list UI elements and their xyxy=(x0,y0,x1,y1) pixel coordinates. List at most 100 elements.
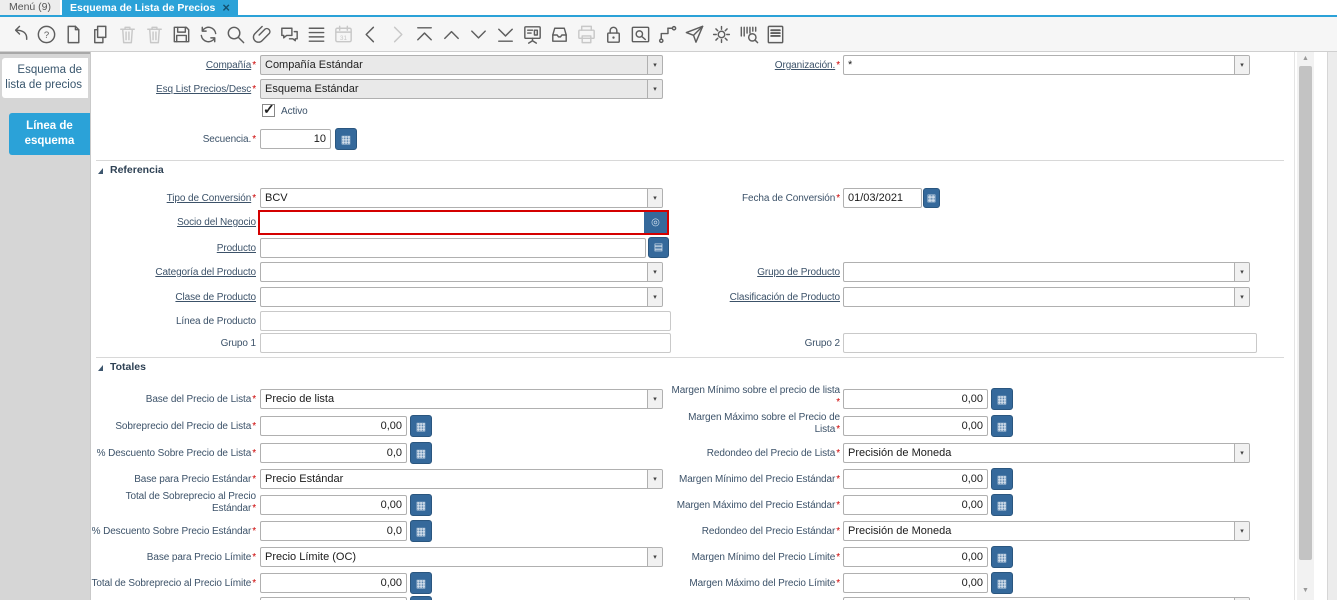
margen-min-lista-input[interactable]: 0,00 xyxy=(843,389,988,409)
last-record-button[interactable] xyxy=(494,23,517,46)
detail-record-button[interactable] xyxy=(467,23,490,46)
collapse-icon[interactable] xyxy=(98,168,103,174)
tab-esquema-lista-precios[interactable]: Esquema de Lista de Precios × xyxy=(62,0,238,15)
dropdown-arrow-icon[interactable]: ▾ xyxy=(647,189,662,207)
zoom-across-button[interactable] xyxy=(629,23,652,46)
margen-max-estandar-input[interactable]: 0,00 xyxy=(843,495,988,515)
linea-producto-input[interactable] xyxy=(260,311,671,331)
parent-record-button[interactable] xyxy=(440,23,463,46)
dropdown-arrow-icon[interactable]: ▾ xyxy=(1234,56,1249,74)
clasificacion-producto-label[interactable]: Clasificación de Producto xyxy=(730,292,840,304)
calculator-button[interactable]: ▦ xyxy=(991,415,1013,437)
desc-lista-input[interactable]: 0,0 xyxy=(260,443,407,463)
calendar-button[interactable]: ▦ xyxy=(923,188,940,208)
collapse-icon[interactable] xyxy=(98,365,103,371)
calculator-button[interactable] xyxy=(410,596,432,600)
base-limite-combobox[interactable]: Precio Límite (OC) ▾ xyxy=(260,547,663,567)
scroll-up-icon[interactable]: ▲ xyxy=(1297,55,1314,62)
sobreprecio-lista-input[interactable]: 0,00 xyxy=(260,416,407,436)
send-mail-button[interactable] xyxy=(683,23,706,46)
find-button[interactable] xyxy=(224,23,247,46)
previous-record-button[interactable] xyxy=(359,23,382,46)
margen-max-lista-input[interactable]: 0,00 xyxy=(843,416,988,436)
tipo-conversion-label[interactable]: Tipo de Conversión* xyxy=(167,193,256,205)
record-info-button[interactable]: ◎ xyxy=(644,212,667,233)
undo-button[interactable] xyxy=(8,23,31,46)
preferences-button[interactable] xyxy=(710,23,733,46)
detail-panel-button[interactable] xyxy=(521,23,544,46)
calculator-button[interactable]: ▦ xyxy=(410,494,432,516)
clase-producto-combobox[interactable]: ▾ xyxy=(260,287,663,307)
dropdown-arrow-icon[interactable]: ▾ xyxy=(647,288,662,306)
close-icon[interactable]: × xyxy=(222,1,230,14)
chat-button[interactable] xyxy=(278,23,301,46)
dropdown-arrow-icon[interactable]: ▾ xyxy=(647,263,662,281)
dropdown-arrow-icon[interactable]: ▾ xyxy=(647,470,662,488)
categoria-producto-label[interactable]: Categoría del Producto xyxy=(155,267,256,279)
calculator-button[interactable]: ▦ xyxy=(991,468,1013,490)
calculator-button[interactable]: ▦ xyxy=(991,494,1013,516)
margen-max-limite-input[interactable]: 0,00 xyxy=(843,573,988,593)
organizacion-label[interactable]: Organización.* xyxy=(775,60,840,72)
calculator-button[interactable]: ▦ xyxy=(335,128,357,150)
calculator-button[interactable]: ▦ xyxy=(991,388,1013,410)
margen-min-estandar-input[interactable]: 0,00 xyxy=(843,469,988,489)
sidebar-tab-esquema-lista-precios[interactable]: Esquema de lista de precios xyxy=(2,58,88,98)
scrollbar-thumb[interactable] xyxy=(1299,66,1312,560)
new-record-button[interactable] xyxy=(62,23,85,46)
base-precio-lista-combobox[interactable]: Precio de lista ▾ xyxy=(260,389,663,409)
sobreprecio-limite-input[interactable]: 0,00 xyxy=(260,573,407,593)
product-search-button[interactable]: ▤ xyxy=(648,237,669,258)
grupo1-input[interactable] xyxy=(260,333,671,353)
tab-menu[interactable]: Menú (9) xyxy=(0,0,60,15)
help-button[interactable]: ? xyxy=(35,23,58,46)
base-estandar-combobox[interactable]: Precio Estándar ▾ xyxy=(260,469,663,489)
workflow-button[interactable] xyxy=(656,23,679,46)
attachment-button[interactable] xyxy=(251,23,274,46)
refresh-button[interactable] xyxy=(197,23,220,46)
dropdown-arrow-icon[interactable]: ▾ xyxy=(647,548,662,566)
dropdown-arrow-icon[interactable]: ▾ xyxy=(1234,263,1249,281)
dropdown-arrow-icon[interactable]: ▾ xyxy=(1234,288,1249,306)
calculator-button[interactable]: ▦ xyxy=(410,520,432,542)
compania-label[interactable]: Compañía* xyxy=(206,60,256,72)
socio-negocio-label[interactable]: Socio del Negocio xyxy=(177,217,256,229)
redondeo-estandar-combobox[interactable]: Precisión de Moneda ▾ xyxy=(843,521,1250,541)
sobreprecio-estandar-input[interactable]: 0,00 xyxy=(260,495,407,515)
categoria-producto-combobox[interactable]: ▾ xyxy=(260,262,663,282)
calculator-button[interactable]: ▦ xyxy=(991,546,1013,568)
save-button[interactable] xyxy=(170,23,193,46)
sidebar-tab-linea-esquema[interactable]: Línea de esquema xyxy=(9,113,90,155)
grupo2-input[interactable] xyxy=(843,333,1257,353)
calculator-button[interactable]: ▦ xyxy=(410,415,432,437)
archive-button[interactable] xyxy=(548,23,571,46)
report-button[interactable] xyxy=(764,23,787,46)
clase-producto-label[interactable]: Clase de Producto xyxy=(175,292,256,304)
dropdown-arrow-icon[interactable]: ▾ xyxy=(647,390,662,408)
scroll-down-icon[interactable]: ▼ xyxy=(1297,587,1314,594)
socio-negocio-input[interactable] xyxy=(260,212,644,233)
producto-label[interactable]: Producto xyxy=(217,243,256,255)
clasificacion-producto-combobox[interactable]: ▾ xyxy=(843,287,1250,307)
dropdown-arrow-icon[interactable]: ▾ xyxy=(1234,444,1249,462)
tipo-conversion-combobox[interactable]: BCV ▾ xyxy=(260,188,663,208)
copy-record-button[interactable] xyxy=(89,23,112,46)
calculator-button[interactable]: ▦ xyxy=(410,442,432,464)
organizacion-combobox[interactable]: * ▾ xyxy=(843,55,1250,75)
secuencia-input[interactable]: 10 xyxy=(260,129,331,149)
calculator-button[interactable]: ▦ xyxy=(991,572,1013,594)
desc-estandar-input[interactable]: 0,0 xyxy=(260,521,407,541)
first-record-button[interactable] xyxy=(413,23,436,46)
esq-list-label[interactable]: Esq List Precios/Desc* xyxy=(156,84,256,96)
fecha-conversion-input[interactable]: 01/03/2021 xyxy=(843,188,922,208)
product-info-button[interactable] xyxy=(737,23,760,46)
activo-checkbox[interactable] xyxy=(262,101,275,118)
producto-input[interactable] xyxy=(260,238,646,258)
redondeo-lista-combobox[interactable]: Precisión de Moneda ▾ xyxy=(843,443,1250,463)
calculator-button[interactable]: ▦ xyxy=(410,572,432,594)
dropdown-arrow-icon[interactable]: ▾ xyxy=(1234,522,1249,540)
grupo-producto-combobox[interactable]: ▾ xyxy=(843,262,1250,282)
lock-button[interactable] xyxy=(602,23,625,46)
grid-toggle-button[interactable] xyxy=(305,23,328,46)
margen-min-limite-input[interactable]: 0,00 xyxy=(843,547,988,567)
